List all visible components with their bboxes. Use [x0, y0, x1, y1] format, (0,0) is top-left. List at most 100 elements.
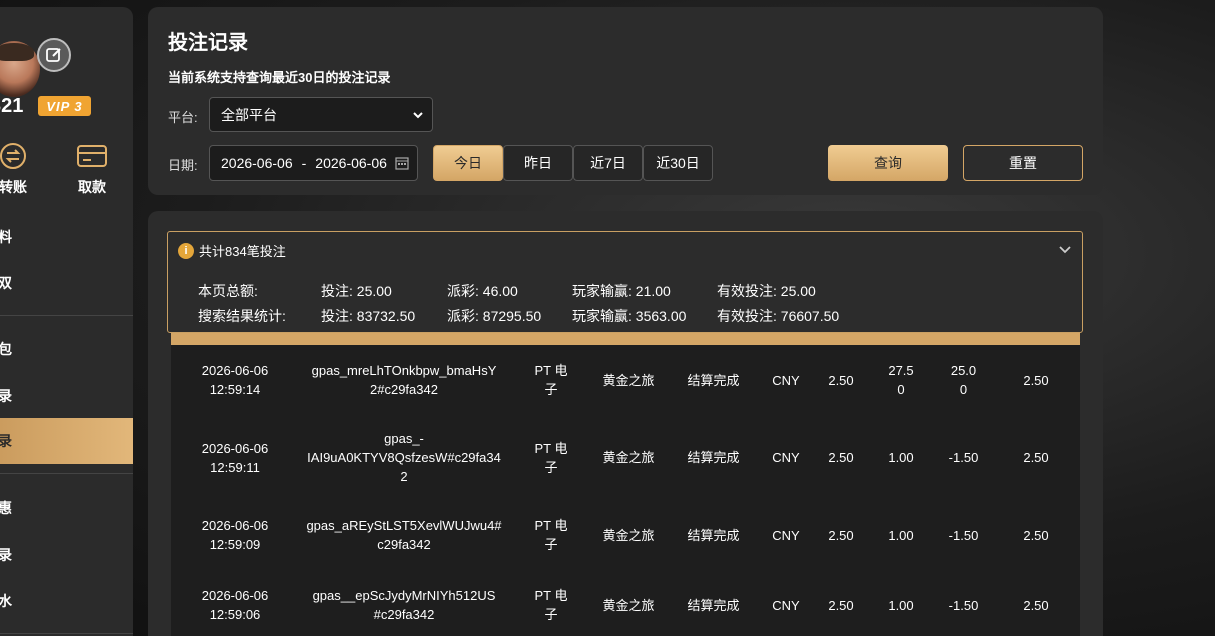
search-payout: 派彩: 87295.50 — [447, 308, 542, 324]
page-payout: 派彩: 46.00 — [447, 283, 518, 299]
cell-bet: 2.50 — [828, 527, 854, 543]
cell-order-2: 2#c29fa342 — [370, 382, 438, 397]
page-win: 玩家输赢: 21.00 — [572, 283, 671, 299]
table-header-bar — [171, 333, 1080, 345]
cell-payout: 1.00 — [876, 570, 926, 636]
cell-status: 结算完成 — [676, 570, 751, 636]
cell-platform: PT 电子 — [516, 415, 586, 500]
cell-time: 12:59:06 — [209, 607, 261, 622]
username: 321 — [0, 95, 24, 117]
sidebar-item-2[interactable]: 双 — [0, 260, 133, 306]
cell-game: 黄金之旅 — [591, 415, 666, 500]
calendar-icon — [395, 157, 409, 170]
date-start: 2026-06-06 — [221, 155, 293, 171]
platform-label: 平台: — [168, 110, 198, 125]
date-range-input[interactable]: 2026-06-06 - 2026-06-06 — [209, 145, 418, 181]
search-note: 当前系统支持查询最近30日的投注记录 — [168, 70, 391, 85]
cell-game: 黄金之旅 — [591, 570, 666, 636]
cell-win-1: 25.0 — [950, 363, 977, 378]
withdraw-label: 取款 — [78, 179, 106, 195]
date-end: 2026-06-06 — [315, 155, 387, 171]
withdraw-button[interactable]: 取款 — [77, 141, 107, 197]
cell-date: 2026-06-06 — [201, 588, 269, 603]
search-bet: 投注: 83732.50 — [321, 308, 416, 324]
cell-order: gpas__epScJydyMrNIYh512US #c29fa342 — [299, 570, 509, 636]
cell-win-2: 0 — [959, 382, 968, 397]
cell-platform: PT 电子 — [516, 345, 586, 415]
cell-win: -1.50 — [936, 415, 991, 500]
table-row[interactable]: 2026-06-06 12:59:11 gpas_- IAI9uA0KTYV8Qsfz… — [171, 415, 1080, 500]
cell-currency: CNY — [761, 415, 811, 500]
sidebar-item-bet-records[interactable]: 录 — [0, 418, 133, 464]
cell-order-3: 2 — [400, 469, 408, 484]
cell-order-1: gpas_- — [384, 431, 424, 446]
sidebar-item-profile[interactable]: 料 — [0, 214, 133, 260]
range-today-button[interactable]: 今日 — [433, 145, 503, 181]
cell-payout: 27.5 0 — [876, 345, 926, 415]
edit-avatar-button[interactable] — [37, 38, 71, 72]
cell-valid: 2.50 — [1023, 372, 1049, 388]
sidebar-divider — [0, 315, 133, 316]
cell-order-2: IAI9uA0KTYV8QsfzesW#c29fa34 — [307, 450, 501, 465]
reset-button[interactable]: 重置 — [963, 145, 1083, 181]
transfer-label: 转账 — [0, 179, 27, 195]
cell-valid: 2.50 — [1001, 570, 1071, 636]
table-row[interactable]: 2026-06-06 12:59:14 gpas_mreLhTOnkbpw_bmaH… — [171, 345, 1080, 415]
cell-status: 结算完成 — [687, 372, 740, 388]
cell-status: 结算完成 — [676, 345, 751, 415]
cell-order-2: #c29fa342 — [373, 607, 435, 622]
cell-valid: 2.50 — [1023, 527, 1049, 543]
cell-win: -1.50 — [936, 570, 991, 636]
sidebar-item-wallet[interactable]: 包 — [0, 326, 133, 372]
table-row[interactable]: 2026-06-06 12:59:09 gpas_aREyStLST5XevlWUJ… — [171, 500, 1080, 570]
search-valid: 有效投注: 76607.50 — [717, 308, 840, 324]
sidebar-item-record-2[interactable]: 录 — [0, 532, 133, 578]
transfer-icon — [0, 141, 28, 171]
page-title: 投注记录 — [168, 32, 248, 54]
cell-win-1: -1.50 — [948, 527, 979, 543]
cell-currency: CNY — [761, 570, 811, 636]
card-icon — [77, 141, 107, 171]
sidebar: 321 VIP 3 转账 取款 料 双 包 录 录 惠 录 水 — [0, 7, 133, 636]
search-win: 玩家输赢: 3563.00 — [572, 308, 687, 324]
cell-payout-1: 1.00 — [888, 527, 914, 543]
cell-game: 黄金之旅 — [591, 500, 666, 570]
cell-platform-1: PT 电 — [534, 440, 568, 456]
cell-order: gpas_aREyStLST5XevlWUJwu4# c29fa342 — [299, 500, 509, 570]
cell-currency: CNY — [761, 345, 811, 415]
cell-date: 2026-06-06 — [201, 363, 269, 378]
table-row[interactable]: 2026-06-06 12:59:06 gpas__epScJydyMrNIYh51… — [171, 570, 1080, 636]
sidebar-item-rebate[interactable]: 水 — [0, 578, 133, 624]
cell-time: 12:59:14 — [209, 382, 261, 397]
cell-payout-1: 1.00 — [888, 597, 914, 613]
query-button[interactable]: 查询 — [828, 145, 948, 181]
info-icon: i — [178, 242, 194, 259]
sidebar-item-promo[interactable]: 惠 — [0, 485, 133, 531]
cell-date: 2026-06-06 12:59:09 — [181, 500, 289, 570]
cell-bet: 2.50 — [828, 597, 854, 613]
chevron-down-icon[interactable] — [1058, 242, 1072, 256]
cell-currency: CNY — [772, 597, 800, 613]
date-label: 日期: — [168, 158, 198, 173]
cell-order-1: gpas_mreLhTOnkbpw_bmaHsY — [311, 363, 497, 378]
sidebar-divider — [0, 633, 133, 634]
range-yesterday-button[interactable]: 昨日 — [503, 145, 573, 181]
range-7days-button[interactable]: 近7日 — [573, 145, 643, 181]
cell-currency: CNY — [772, 450, 800, 465]
cell-payout: 1.00 — [876, 500, 926, 570]
platform-select[interactable]: 全部平台 — [209, 97, 433, 132]
cell-payout: 1.00 — [876, 415, 926, 500]
summary-header[interactable]: i 共计834笔投注 — [178, 241, 286, 260]
range-30days-button[interactable]: 近30日 — [643, 145, 713, 181]
platform-value: 全部平台 — [221, 106, 277, 123]
page-summary-label: 本页总额: — [198, 283, 258, 299]
cell-payout-2: 0 — [897, 382, 905, 397]
sidebar-item-record-1[interactable]: 录 — [0, 373, 133, 419]
page-valid: 有效投注: 25.00 — [717, 283, 816, 299]
cell-valid: 2.50 — [1023, 597, 1049, 613]
transfer-button[interactable]: 转账 — [0, 141, 28, 197]
cell-currency: CNY — [772, 372, 800, 388]
avatar[interactable] — [0, 41, 40, 97]
cell-game: 黄金之旅 — [602, 450, 655, 465]
cell-bet: 2.50 — [828, 372, 854, 388]
